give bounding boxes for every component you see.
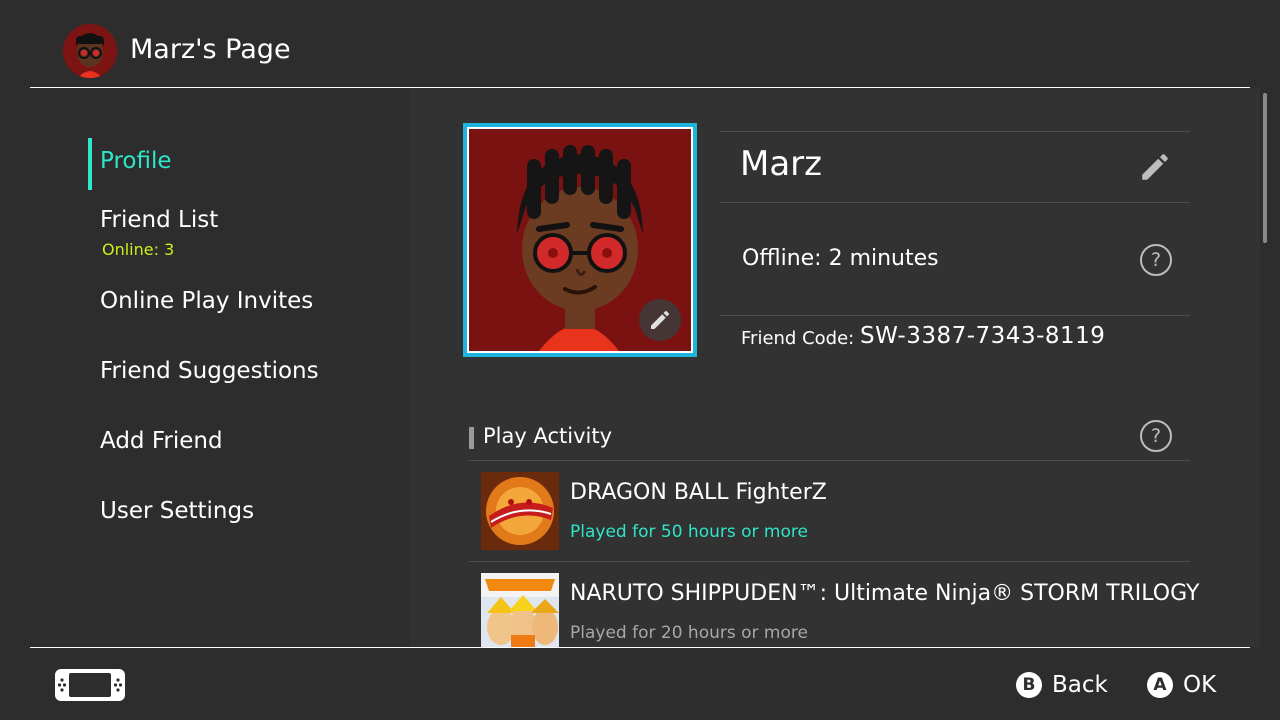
friend-code-label: Friend Code: [741,328,855,349]
sidebar-nav: Profile Friend List Online: 3 Online Pla… [30,88,410,647]
ok-label: OK [1183,672,1217,698]
game-title[interactable]: NARUTO SHIPPUDEN™: Ultimate Ninja® STORM… [570,581,1199,606]
dragon-ball-fighterz-thumbnail[interactable] [481,472,559,550]
user-page-screen: Marz's Page Profile Friend List Online: … [0,0,1280,720]
info-divider [720,202,1190,203]
user-avatar-icon[interactable] [63,24,117,78]
section-marker [469,427,474,449]
online-friends-count: Online: 3 [102,240,175,259]
info-divider [720,315,1190,316]
edit-picture-button[interactable] [639,299,681,341]
sidebar-item-profile[interactable]: Profile [100,148,172,174]
page-header: Marz's Page [0,0,1280,88]
sidebar-item-add-friend[interactable]: Add Friend [100,428,223,454]
back-label: Back [1052,672,1108,698]
online-status: Offline: 2 minutes [742,246,939,271]
sidebar-item-online-play-invites[interactable]: Online Play Invites [100,288,313,314]
pencil-icon [651,310,670,329]
profile-picture[interactable] [463,123,697,357]
status-help-icon[interactable]: ? [1140,244,1172,276]
info-divider-top [720,131,1190,132]
sidebar-item-friend-suggestions[interactable]: Friend Suggestions [100,358,319,384]
a-button-icon: A [1147,672,1173,698]
activity-divider [469,460,1190,461]
sidebar-item-friend-list[interactable]: Friend List [100,207,218,233]
back-button[interactable]: B Back [1016,668,1108,702]
play-activity-title: Play Activity [483,424,613,448]
page-title: Marz's Page [130,34,291,65]
game-title[interactable]: DRAGON BALL FighterZ [570,480,827,505]
activity-divider [469,561,1190,562]
pencil-icon [1142,154,1168,180]
switch-console-icon [55,669,125,701]
friend-code-value: SW-3387-7343-8119 [860,323,1106,349]
b-button-icon: B [1016,672,1042,698]
game-playtime: Played for 20 hours or more [570,623,808,643]
game-playtime: Played for 50 hours or more [570,522,808,542]
play-activity-help-icon[interactable]: ? [1140,420,1172,452]
active-nav-indicator [88,138,92,190]
footer-divider [30,647,1250,648]
scrollbar[interactable] [1263,93,1267,243]
ok-button[interactable]: A OK [1147,668,1216,702]
sidebar-item-user-settings[interactable]: User Settings [100,498,254,524]
user-name: Marz [740,144,822,184]
edit-name-button[interactable] [1138,150,1172,184]
naruto-storm-trilogy-thumbnail[interactable] [481,573,559,647]
mii-portrait [469,129,691,351]
